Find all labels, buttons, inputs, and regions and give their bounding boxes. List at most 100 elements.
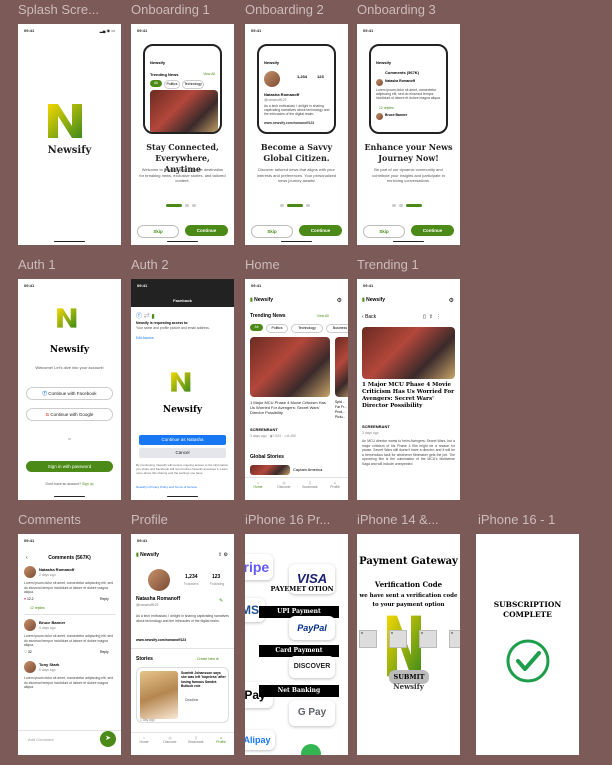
facebook-button[interactable]: ⓕ Continue with Facebook	[26, 387, 113, 400]
skip-button[interactable]: Skip	[251, 225, 293, 238]
nav-bookmark[interactable]: ▯ Bookmark	[186, 736, 206, 744]
continue-button[interactable]: Continue	[299, 225, 342, 236]
newsify-logo-icon	[171, 372, 191, 392]
comment-input[interactable]: Add Comment	[28, 737, 54, 742]
nav-home[interactable]: ⌂ Home	[250, 481, 266, 489]
code-box-1[interactable]: *	[359, 630, 377, 648]
newsify-logo-icon	[57, 308, 77, 328]
followers-count: 1,234	[297, 74, 308, 79]
comments-title: Comments (567K)	[48, 555, 91, 561]
newsify-small-logo-icon: ▮	[136, 552, 139, 558]
nav-discover[interactable]: ◎ Discover	[161, 736, 179, 744]
divider	[131, 648, 234, 649]
policy-links[interactable]: Newsify's Privacy Policy and Terms of Se…	[136, 485, 197, 489]
home-indicator	[393, 240, 424, 242]
story-title: Scarlett Johansson says she was left 'ho…	[181, 671, 226, 689]
cancel-button[interactable]: Cancel	[139, 448, 226, 458]
following-count: 123	[212, 574, 221, 580]
nav-bookmark-label: Bookmark	[188, 740, 204, 744]
news-headline[interactable]: 1 Major MCU Phase 4 Movie Criticism Has …	[250, 400, 330, 415]
nav-profile[interactable]: ☺ Profile	[327, 481, 343, 489]
avatar	[376, 79, 383, 86]
global-story-image	[250, 465, 290, 475]
profile-link[interactable]: www.newsify.com/romanoff123	[136, 638, 186, 642]
share-icon[interactable]: ⇪	[429, 314, 436, 320]
discover-logo[interactable]: DISCOVER	[289, 656, 335, 678]
frame-title-auth-1: Auth 1	[18, 257, 56, 272]
tab-business[interactable]: Business	[326, 324, 348, 333]
reply-button[interactable]: Reply	[100, 650, 109, 654]
notification-bell-icon[interactable]: ⚙	[337, 297, 342, 304]
edit-icon[interactable]: ✎	[219, 598, 223, 604]
tab-politics[interactable]: Politics	[266, 324, 288, 333]
view-all-link[interactable]: View All	[317, 314, 329, 318]
tab-technology[interactable]: Technology	[182, 80, 204, 89]
frame-title-iphone-16-pro: iPhone 16 Pr...	[245, 512, 331, 527]
edit-access-link[interactable]: Edit Access	[136, 336, 154, 340]
net-banking-option[interactable]: Net Banking	[259, 685, 339, 697]
nav-bookmark[interactable]: ▯ Bookmark	[300, 481, 320, 489]
create-new-button[interactable]: Create New ⊕	[197, 657, 219, 661]
continue-as-button[interactable]: Continue as Natasha	[139, 435, 226, 445]
gear-icon[interactable]: ⚙	[224, 552, 228, 558]
back-button[interactable]: ‹ Back	[362, 314, 376, 320]
story-image	[140, 671, 178, 719]
signup-link[interactable]: Sign up	[82, 482, 94, 486]
frame-title-onboarding-1: Onboarding 1	[131, 2, 210, 17]
profile-link[interactable]: www.newsify.com/romanoff123	[264, 121, 314, 125]
story-card[interactable]: Scarlett Johansson says she was left 'ho…	[136, 667, 229, 723]
tab-politics[interactable]: Politics	[164, 80, 180, 89]
commenter-name: Tony Stark	[39, 662, 60, 667]
brand-label: ▮ Newsify	[136, 552, 159, 558]
tab-all[interactable]: All	[250, 324, 263, 331]
signin-password-button[interactable]: Sign in with password	[26, 461, 113, 472]
phonepe-icon[interactable]	[301, 744, 321, 755]
home-indicator	[54, 495, 85, 497]
status-time: 09:41	[363, 283, 374, 288]
story-source: Deadline	[185, 698, 199, 702]
share-icon[interactable]: ⇪	[218, 552, 222, 558]
profile-avatar	[148, 569, 170, 591]
code-box-2[interactable]: *	[389, 630, 407, 648]
like-count[interactable]: ♡ 32	[24, 650, 32, 654]
page-dots	[166, 204, 198, 207]
story-meta: 1 day ago	[140, 718, 155, 722]
views-count: 7,524	[272, 434, 282, 438]
notification-bell-icon[interactable]: ⚙	[449, 297, 454, 304]
send-button[interactable]: ➤	[100, 731, 116, 747]
replies-link[interactable]: 12 replies	[379, 106, 394, 110]
comment-text: Lorem ipsum dolor sit amet, consectetur …	[376, 88, 441, 100]
alipay-logo[interactable]: Alipay	[245, 730, 275, 750]
news-meta: 3 days ago · ◉7,524 · ▭6,450	[250, 434, 296, 438]
code-box-4[interactable]: *	[449, 630, 460, 648]
google-pay-logo[interactable]: G Pay	[289, 700, 335, 726]
reply-button[interactable]: Reply	[100, 597, 109, 601]
like-count[interactable]: ♥ 12.2	[24, 597, 34, 601]
status-time: 09:41	[24, 283, 35, 288]
continue-button[interactable]: Continue	[411, 225, 454, 236]
nav-discover[interactable]: ◎ Discover	[275, 481, 293, 489]
commenter-name: Bruce Banner	[385, 113, 408, 117]
skip-button[interactable]: Skip	[137, 225, 179, 238]
tab-all[interactable]: All	[150, 80, 162, 87]
news-headline-2[interactable]: Spid... Far Fr... Prod... Pictu...	[335, 400, 347, 420]
signup-prompt: Don't have an account? Sign up	[18, 482, 121, 486]
continue-button[interactable]: Continue	[185, 225, 228, 236]
news-image-2	[335, 337, 348, 397]
stripe-logo[interactable]: tripe	[245, 554, 273, 580]
replies-link[interactable]: 12 replies	[30, 606, 45, 610]
tab-technology[interactable]: Technology	[291, 324, 323, 333]
status-time: 09:41	[137, 283, 148, 288]
nav-profile[interactable]: ☺ Profile	[213, 736, 229, 744]
frame-title-comments: Comments	[18, 512, 81, 527]
nav-home[interactable]: ⌂ Home	[136, 736, 152, 744]
global-story-title[interactable]: Captain America	[293, 467, 322, 472]
more-icon[interactable]: ⋮	[436, 314, 444, 320]
news-image	[250, 337, 330, 397]
code-box-3[interactable]: *	[419, 630, 437, 648]
view-all-link[interactable]: View All	[203, 72, 215, 76]
avatar	[376, 113, 383, 120]
paypal-logo[interactable]: PayPal	[289, 616, 335, 640]
google-button[interactable]: G Continue with Google	[26, 408, 113, 421]
skip-button[interactable]: Skip	[363, 225, 405, 238]
